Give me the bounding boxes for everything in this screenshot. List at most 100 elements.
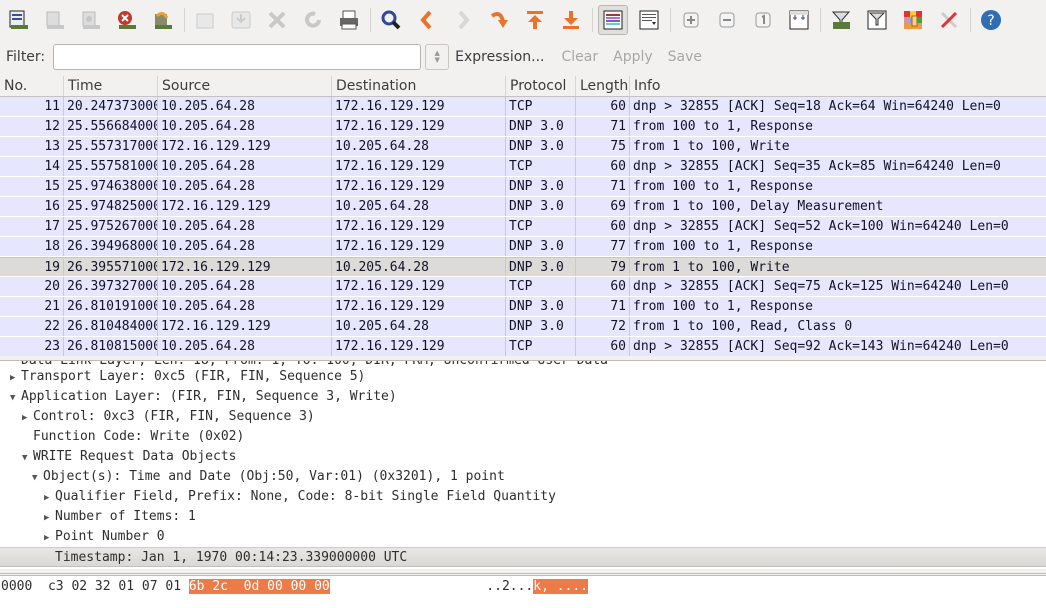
save-button[interactable]: Save [668, 49, 702, 65]
expand-arrow-icon[interactable]: ▶ [22, 408, 33, 428]
packet-row[interactable]: 12 25.556684000 10.205.64.28 172.16.129.129… [0, 117, 1046, 137]
go-to-packet-button[interactable] [484, 5, 514, 35]
auto-scroll-icon [639, 10, 659, 30]
packet-cell-len: 60 [576, 337, 630, 356]
detail-tree-item[interactable]: Function Code: Write (0x02) [0, 427, 1046, 447]
expression-button[interactable]: Expression... [455, 49, 544, 65]
detail-text: Number of Items: 1 [55, 509, 196, 524]
help-button[interactable]: ? [976, 5, 1006, 35]
restart-capture-button[interactable] [148, 5, 178, 35]
packet-cell-no: 20 [0, 277, 64, 296]
filter-history-dropdown[interactable]: ▲ ▼ [425, 44, 450, 70]
toolbar-separator [670, 8, 671, 32]
detail-tree-item[interactable]: ▼ Application Layer: (FIR, FIN, Sequence … [0, 387, 1046, 407]
packet-cell-src: 10.205.64.28 [158, 297, 332, 316]
toolbar-separator [820, 8, 821, 32]
clear-button[interactable]: Clear [562, 49, 599, 65]
packet-details-tree[interactable]: Data Link Layer, Len: 18, From: 1, To: 1… [0, 361, 1046, 569]
detail-tree-item[interactable]: ▶ Number of Items: 1 [0, 507, 1046, 527]
detail-tree-item[interactable]: ▶ Qualifier Field, Prefix: None, Code: 8-… [0, 487, 1046, 507]
column-header-time[interactable]: Time [64, 76, 158, 96]
packet-cell-dst: 172.16.129.129 [332, 177, 506, 196]
filter-input[interactable] [53, 44, 422, 70]
open-file-button[interactable] [190, 5, 220, 35]
zoom-in-button[interactable] [676, 5, 706, 35]
detail-tree-item[interactable]: ▶ Transport Layer: 0xc5 (FIR, FIN, Sequen… [0, 367, 1046, 387]
print-button[interactable] [334, 5, 364, 35]
packet-cell-time: 25.974825000 [64, 197, 158, 216]
packet-row[interactable]: 13 25.557317000 172.16.129.129 10.205.64.28… [0, 137, 1046, 157]
packet-cell-dst: 172.16.129.129 [332, 117, 506, 136]
packet-row[interactable]: 15 25.974638000 10.205.64.28 172.16.129.129… [0, 177, 1046, 197]
resize-columns-button[interactable] [784, 5, 814, 35]
detail-tree-item[interactable]: ▼ WRITE Request Data Objects [0, 447, 1046, 467]
go-forward-button[interactable] [448, 5, 478, 35]
preferences-button[interactable] [934, 5, 964, 35]
filter-toolbar: Filter: ▲ ▼ Expression... Clear Apply Sav… [0, 40, 1046, 74]
auto-scroll-button[interactable] [634, 5, 664, 35]
collapse-arrow-icon[interactable]: ▼ [22, 448, 33, 468]
go-back-button[interactable] [412, 5, 442, 35]
detail-tree-item[interactable]: Timestamp: Jan 1, 1970 00:14:23.33900000… [0, 547, 1046, 567]
packet-list-header: No. Time Source Destination Protocol Len… [0, 76, 1046, 97]
packet-row[interactable]: 16 25.974825000 172.16.129.129 10.205.64.28… [0, 197, 1046, 217]
display-filters-button[interactable] [862, 5, 892, 35]
packet-cell-time: 25.556684000 [64, 117, 158, 136]
packet-row[interactable]: 14 25.557581000 10.205.64.28 172.16.129.129… [0, 157, 1046, 177]
packet-bytes-pane[interactable]: 0000 c3 02 32 01 07 01 6b 2c 0d 00 00 00… [0, 575, 1046, 608]
colorize-button[interactable] [598, 5, 628, 35]
packet-row[interactable]: 22 26.810484000 172.16.129.129 10.205.64.28… [0, 317, 1046, 337]
packet-cell-info: dnp > 32855 [ACK] Seq=52 Ack=100 Win=642… [633, 219, 1009, 234]
main-toolbar: ? [0, 0, 1046, 40]
reload-button[interactable] [298, 5, 328, 35]
packet-row[interactable]: 11 20.247373000 10.205.64.28 172.16.129.129… [0, 97, 1046, 117]
column-header-destination[interactable]: Destination [332, 76, 506, 96]
apply-button[interactable]: Apply [613, 49, 653, 65]
stop-capture-button[interactable] [112, 5, 142, 35]
packet-cell-dst: 172.16.129.129 [332, 277, 506, 296]
packet-cell-time: 25.974638000 [64, 177, 158, 196]
packet-cell-time: 25.975267000 [64, 217, 158, 236]
expand-arrow-icon[interactable]: ▶ [10, 368, 21, 388]
zoom-out-icon [719, 12, 735, 28]
detail-tree-item[interactable]: ▼ Object(s): Time and Date (Obj:50, Var:0… [0, 467, 1046, 487]
expand-arrow-icon[interactable]: ▶ [44, 508, 55, 528]
capture-options-button[interactable] [40, 5, 70, 35]
coloring-rules-button[interactable] [898, 5, 928, 35]
packet-cell-dst: 172.16.129.129 [332, 97, 506, 116]
save-file-button[interactable] [226, 5, 256, 35]
packet-cell-src: 172.16.129.129 [158, 137, 332, 156]
expand-arrow-icon[interactable]: ▶ [44, 488, 55, 508]
packet-row[interactable]: 18 26.394968000 10.205.64.28 172.16.129.129… [0, 237, 1046, 257]
packet-row[interactable]: 23 26.810815000 10.205.64.28 172.16.129.129… [0, 337, 1046, 357]
close-file-button[interactable] [262, 5, 292, 35]
zoom-out-button[interactable] [712, 5, 742, 35]
packet-row[interactable]: 20 26.397327000 10.205.64.28 172.16.129.129… [0, 277, 1046, 297]
go-first-button[interactable] [520, 5, 550, 35]
packet-row[interactable]: 21 26.810191000 10.205.64.28 172.16.129.129… [0, 297, 1046, 317]
interfaces-button[interactable] [4, 5, 34, 35]
detail-tree-item[interactable]: ▶ Point Number 0 [0, 527, 1046, 547]
column-header-info[interactable]: Info [630, 76, 1046, 96]
find-packet-button[interactable] [376, 5, 406, 35]
packet-row[interactable]: 19 26.395571000 172.16.129.129 10.205.64.28… [0, 257, 1046, 277]
column-header-length[interactable]: Length [576, 76, 630, 96]
column-header-protocol[interactable]: Protocol [506, 76, 576, 96]
detail-tree-item[interactable]: ▶ Control: 0xc3 (FIR, FIN, Sequence 3) [0, 407, 1046, 427]
packet-cell-proto: TCP [506, 97, 576, 116]
expand-arrow-icon[interactable]: ▶ [44, 528, 55, 548]
packet-list[interactable]: No. Time Source Destination Protocol Len… [0, 76, 1046, 357]
packet-cell-no: 23 [0, 337, 64, 356]
pane-splitter-bottom[interactable] [0, 569, 1046, 574]
collapse-arrow-icon[interactable]: ▼ [32, 468, 43, 488]
go-last-button[interactable] [556, 5, 586, 35]
packet-row[interactable]: 17 25.975267000 10.205.64.28 172.16.129.129… [0, 217, 1046, 237]
column-header-source[interactable]: Source [158, 76, 332, 96]
collapse-arrow-icon[interactable]: ▼ [10, 388, 21, 408]
column-header-no[interactable]: No. [0, 76, 64, 96]
packet-cell-info: from 1 to 100, Write [633, 139, 790, 154]
normal-size-button[interactable] [748, 5, 778, 35]
packet-cell-dst: 172.16.129.129 [332, 217, 506, 236]
start-capture-button[interactable] [76, 5, 106, 35]
capture-filters-button[interactable] [826, 5, 856, 35]
